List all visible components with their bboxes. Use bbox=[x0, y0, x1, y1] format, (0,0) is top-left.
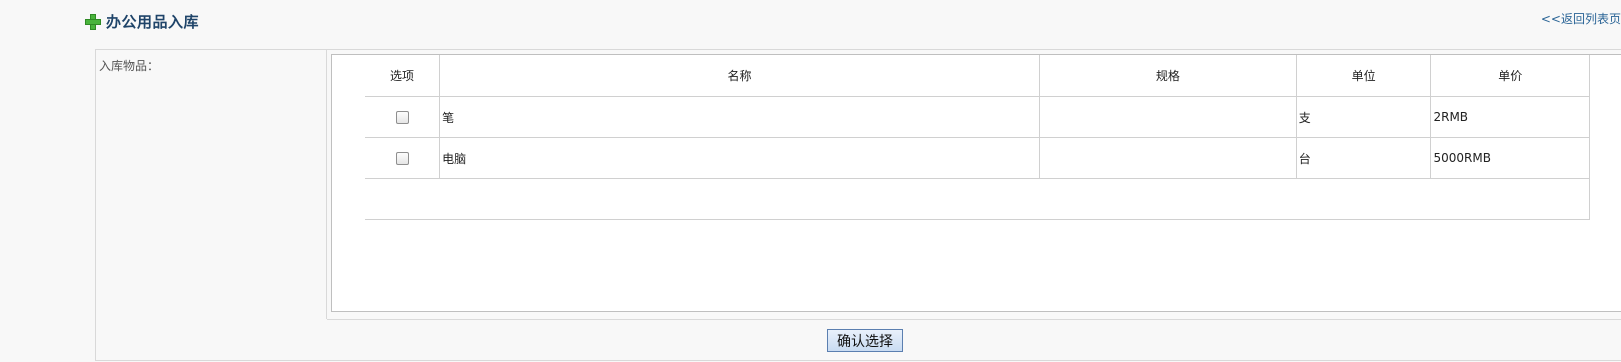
empty-cell bbox=[365, 178, 440, 220]
empty-cell bbox=[439, 178, 1040, 220]
plus-icon bbox=[85, 14, 101, 30]
column-header-unit: 单位 bbox=[1296, 55, 1432, 97]
select-cell bbox=[365, 96, 441, 138]
column-header-spec: 规格 bbox=[1039, 55, 1297, 97]
page-title: 办公用品入库 bbox=[106, 12, 200, 31]
table-header-row: 选项 名称 规格 单位 单价 bbox=[365, 55, 1590, 97]
row-checkbox[interactable] bbox=[395, 111, 409, 124]
page: 办公用品入库 <<返回列表页 入库物品： 选项 名称 规格 单位 单价 笔 支 … bbox=[0, 0, 1621, 362]
item-price: 2RMB bbox=[1430, 96, 1590, 138]
item-spec bbox=[1039, 96, 1297, 138]
stock-in-form: 入库物品： 选项 名称 规格 单位 单价 笔 支 2RMB 电脑 台 5000R… bbox=[95, 49, 1621, 361]
item-name: 电脑 bbox=[439, 137, 1040, 179]
column-header-select: 选项 bbox=[365, 55, 441, 97]
empty-cell bbox=[1296, 178, 1431, 220]
item-price: 5000RMB bbox=[1430, 137, 1590, 179]
table-row: 电脑 台 5000RMB bbox=[365, 137, 1590, 179]
confirm-selection-button[interactable]: 确认选择 bbox=[827, 329, 903, 352]
items-frame: 选项 名称 规格 单位 单价 笔 支 2RMB 电脑 台 5000RMB bbox=[331, 54, 1621, 312]
column-header-price: 单价 bbox=[1430, 55, 1590, 97]
row-checkbox[interactable] bbox=[395, 152, 409, 165]
back-to-list-link[interactable]: <<返回列表页 bbox=[1541, 10, 1621, 27]
items-cell: 选项 名称 规格 单位 单价 笔 支 2RMB 电脑 台 5000RMB bbox=[327, 50, 1621, 320]
page-header: 办公用品入库 bbox=[85, 8, 199, 34]
item-unit: 支 bbox=[1296, 96, 1432, 138]
column-header-name: 名称 bbox=[439, 55, 1040, 97]
form-footer: 确认选择 bbox=[96, 319, 1621, 361]
item-unit: 台 bbox=[1296, 137, 1432, 179]
empty-row bbox=[365, 178, 1590, 220]
select-cell bbox=[365, 137, 441, 179]
items-table: 选项 名称 规格 单位 单价 笔 支 2RMB 电脑 台 5000RMB bbox=[365, 55, 1590, 220]
item-name: 笔 bbox=[439, 96, 1040, 138]
items-label: 入库物品： bbox=[96, 50, 327, 319]
item-spec bbox=[1039, 137, 1297, 179]
empty-cell bbox=[1430, 178, 1590, 220]
empty-cell bbox=[1039, 178, 1297, 220]
table-row: 笔 支 2RMB bbox=[365, 96, 1590, 138]
